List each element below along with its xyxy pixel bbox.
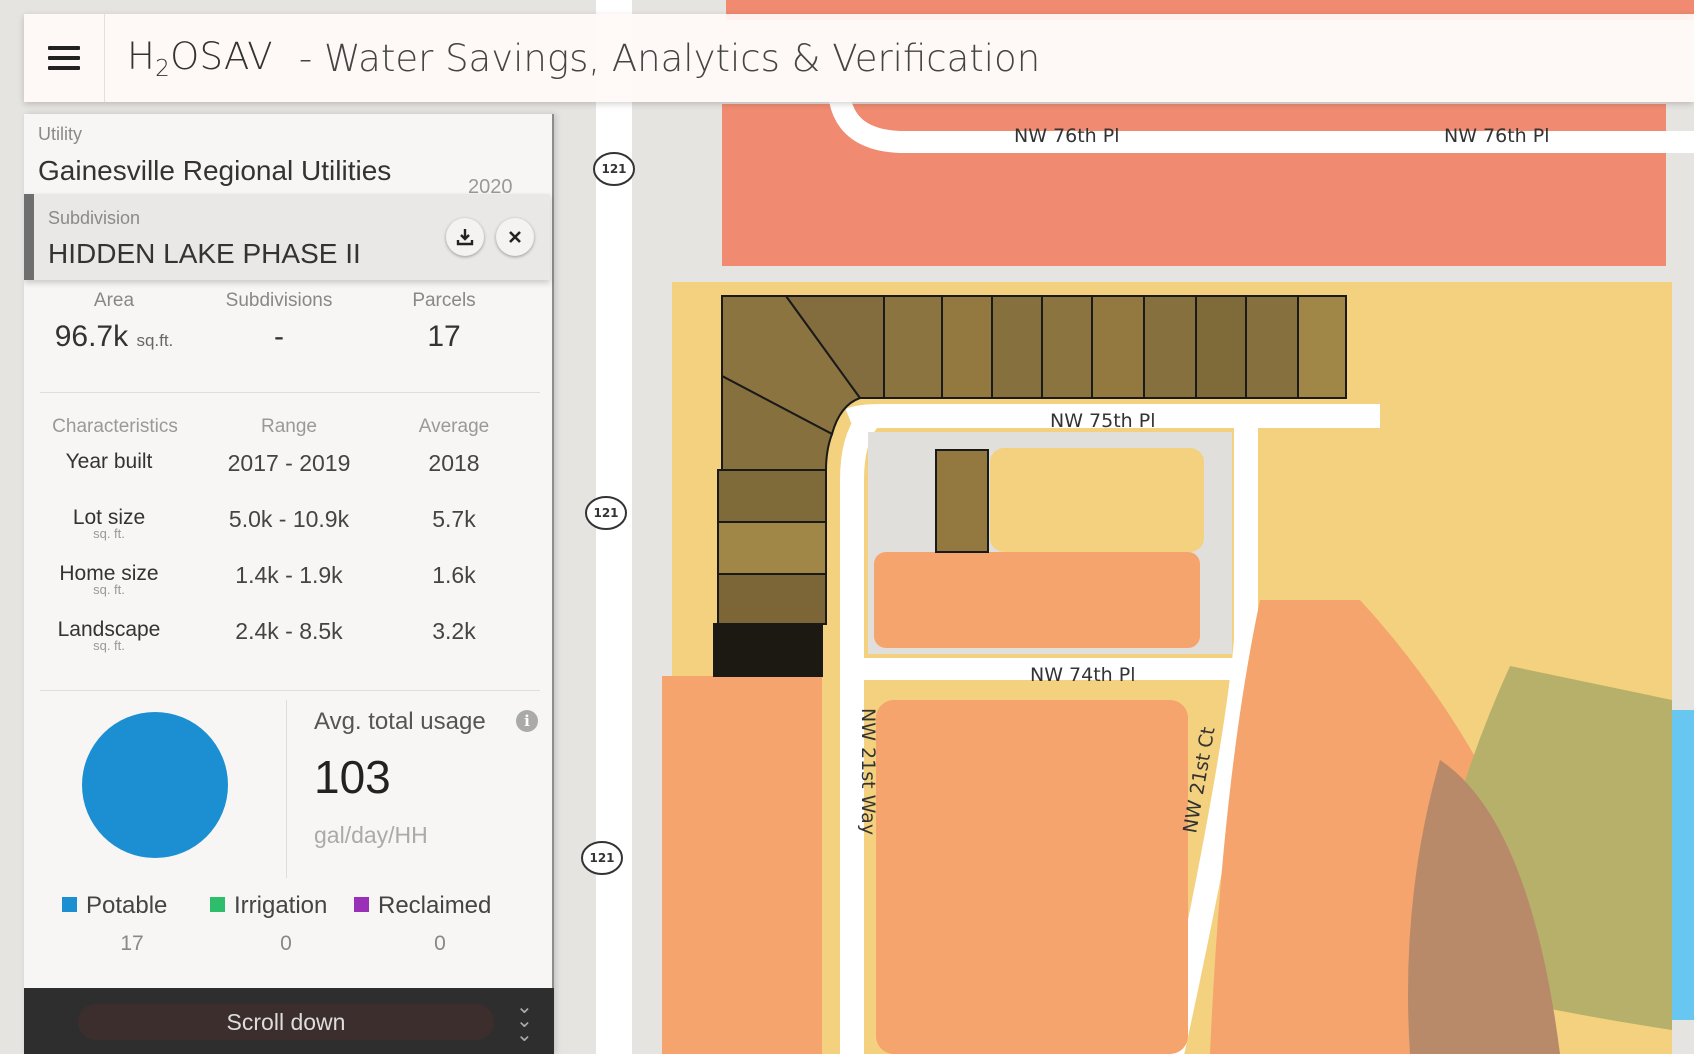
swatch-irrigation	[210, 897, 225, 912]
legend-irrigation[interactable]: Irrigation	[210, 892, 327, 920]
svg-text:121: 121	[589, 851, 614, 865]
parcel[interactable]	[713, 623, 823, 677]
utility-section: Utility Gainesville Regional Utilities 2…	[38, 124, 513, 198]
char-row-home-size: Home size sq. ft. 1.4k - 1.9k 1.6k	[24, 562, 544, 618]
utility-name[interactable]: Gainesville Regional Utilities	[38, 155, 391, 187]
panel-scrollbar[interactable]	[552, 114, 554, 994]
stat-subdivisions: Subdivisions -	[204, 290, 354, 354]
avg-usage-unit: gal/day/HH	[314, 822, 428, 848]
char-row-year-built: Year built 2017 - 2019 2018	[24, 450, 544, 506]
svg-text:121: 121	[601, 162, 626, 176]
swatch-potable	[62, 897, 77, 912]
info-panel: Utility Gainesville Regional Utilities 2…	[24, 114, 554, 1054]
parcel[interactable]	[1297, 295, 1347, 399]
parcel[interactable]	[883, 295, 943, 399]
swatch-reclaimed	[354, 897, 369, 912]
stat-value: 96.7k	[54, 320, 129, 353]
zone-blue	[1672, 710, 1694, 1020]
divider	[40, 690, 540, 691]
app-title: H2OSAV	[127, 34, 273, 82]
parcel[interactable]	[991, 295, 1043, 399]
hamburger-icon	[48, 40, 80, 76]
parcel[interactable]	[1195, 295, 1247, 399]
parcel-orange-row	[874, 552, 1200, 648]
char-name: Landscape sq. ft.	[57, 618, 161, 653]
highway-shield: 121	[585, 496, 627, 530]
char-average: 5.7k	[432, 506, 476, 532]
usage-pie-chart[interactable]	[82, 712, 228, 858]
parcel[interactable]	[1245, 295, 1299, 399]
parcel[interactable]	[717, 573, 827, 625]
stat-unit: sq.ft.	[136, 331, 174, 350]
legend-potable[interactable]: Potable	[62, 892, 167, 920]
highway-shield: 121	[593, 152, 635, 186]
char-range: 2017 - 2019	[227, 450, 351, 476]
parcel[interactable]	[717, 521, 827, 575]
menu-button[interactable]	[24, 14, 105, 102]
app-subtitle: - Water Savings, Analytics & Verificatio…	[298, 36, 1041, 80]
close-button[interactable]	[496, 218, 534, 256]
info-icon[interactable]: i	[516, 710, 538, 732]
stat-area: Area 96.7k sq.ft.	[54, 290, 174, 354]
range-header: Range	[261, 416, 317, 437]
divider	[40, 392, 540, 393]
svg-text:121: 121	[593, 506, 618, 520]
stat-header: Subdivisions	[225, 290, 333, 311]
close-icon	[509, 231, 521, 243]
char-average: 2018	[428, 450, 480, 476]
road-label: NW 76th Pl	[1014, 125, 1119, 147]
parcel[interactable]	[941, 295, 993, 399]
road-label: NW 75th Pl	[1050, 410, 1155, 432]
download-button[interactable]	[446, 218, 484, 256]
app-bar: H2OSAV - Water Savings, Analytics & Veri…	[24, 14, 1694, 102]
average-header: Average	[418, 416, 490, 437]
parcel[interactable]	[1041, 295, 1093, 399]
utility-label: Utility	[38, 124, 82, 144]
legend-value: 0	[434, 932, 446, 955]
stat-value: 17	[427, 320, 461, 353]
road-label: NW 76th Pl	[1444, 125, 1549, 147]
stat-parcels: Parcels 17	[384, 290, 504, 354]
stat-value: -	[274, 320, 284, 353]
chevron-down-icon: ⌄ ⌄ ⌄	[516, 996, 533, 1046]
char-average: 3.2k	[432, 618, 476, 644]
zone-orange-middle	[876, 700, 1188, 1054]
char-name: Home size sq. ft.	[59, 562, 159, 597]
avg-usage-value: 103	[314, 751, 391, 803]
legend-value: 17	[120, 932, 144, 955]
road-label: NW 74th Pl	[1030, 664, 1135, 686]
subdivision-card: Subdivision HIDDEN LAKE PHASE II	[24, 194, 550, 280]
scroll-down-button[interactable]: Scroll down	[78, 1004, 494, 1040]
subdivision-name: HIDDEN LAKE PHASE II	[48, 238, 361, 269]
highway-shield: 121	[581, 841, 623, 875]
characteristics-header: Characteristics	[52, 416, 178, 437]
zone-orange-left	[662, 676, 822, 1054]
parcel[interactable]	[935, 449, 989, 553]
legend-reclaimed[interactable]: Reclaimed	[354, 892, 491, 920]
char-name: Year built	[65, 450, 153, 473]
parcel[interactable]	[717, 469, 827, 523]
parcel[interactable]	[1143, 295, 1197, 399]
char-range: 2.4k - 8.5k	[235, 618, 343, 644]
download-icon	[456, 229, 474, 246]
parcel[interactable]	[1091, 295, 1145, 399]
char-row-lot-size: Lot size sq. ft. 5.0k - 10.9k 5.7k	[24, 506, 544, 562]
road-label: NW 21st Way	[857, 708, 879, 835]
avg-usage-label: Avg. total usage	[314, 708, 486, 735]
divider	[286, 700, 287, 878]
stat-header: Area	[93, 290, 135, 311]
legend-value: 0	[280, 932, 292, 955]
char-range: 5.0k - 10.9k	[228, 506, 350, 532]
char-average: 1.6k	[432, 562, 476, 588]
char-range: 1.4k - 1.9k	[235, 562, 343, 588]
subdivision-label: Subdivision	[48, 208, 141, 228]
stat-header: Parcels	[412, 290, 476, 311]
scroll-down-bar: Scroll down ⌄ ⌄ ⌄	[24, 988, 554, 1054]
char-name: Lot size sq. ft.	[72, 506, 146, 541]
parcel-yellow	[990, 448, 1204, 552]
char-row-landscape: Landscape sq. ft. 2.4k - 8.5k 3.2k	[24, 618, 544, 674]
